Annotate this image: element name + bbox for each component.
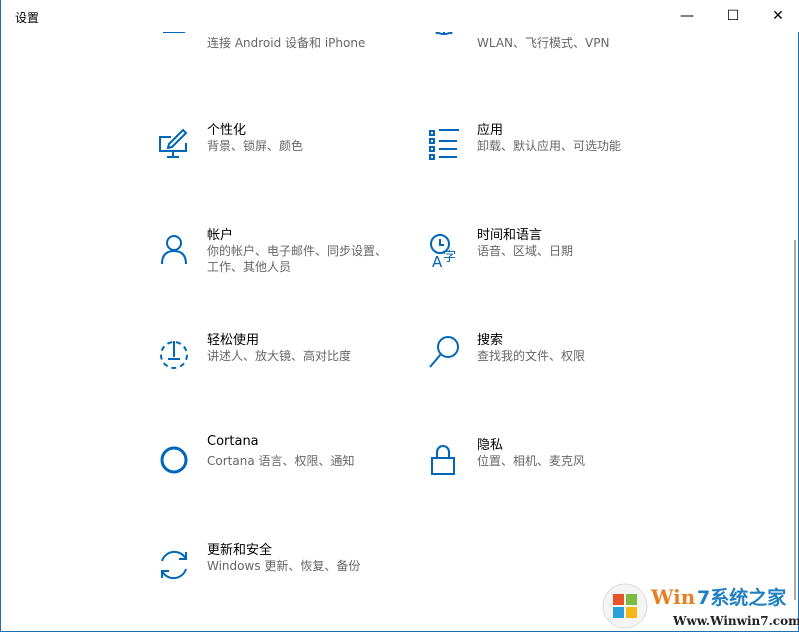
personalization-icon	[157, 127, 189, 159]
settings-item[interactable]: 轻松使用 讲述人、放大镜、高对比度	[157, 333, 407, 397]
maximize-button[interactable]: ☐	[710, 0, 756, 32]
apps-icon	[427, 127, 459, 160]
settings-item-title: 时间和语言	[477, 228, 543, 243]
settings-item[interactable]: WLAN、飞行模式、VPN	[427, 5, 677, 84]
watermark-logo: Win 7系统之家 Www.Winwin7.com	[601, 578, 799, 632]
settings-item-subtitle: Windows 更新、恢复、备份	[207, 559, 361, 573]
svg-text:Win: Win	[650, 585, 696, 609]
settings-item-subtitle: 讲述人、放大镜、高对比度	[207, 349, 352, 363]
settings-item-title: Cortana	[207, 434, 259, 449]
settings-item-title: 帐户	[207, 228, 234, 243]
settings-item[interactable]: 应用 卸载、默认应用、可选功能	[427, 123, 677, 187]
minimize-button[interactable]: —	[664, 0, 710, 32]
settings-item[interactable]: 更新和安全 Windows 更新、恢复、备份	[157, 543, 407, 607]
time-language-icon: A字	[427, 232, 459, 271]
settings-item-title: 更新和安全	[207, 543, 273, 558]
scrollbar[interactable]	[794, 240, 796, 600]
search-icon	[427, 336, 459, 369]
lock-icon	[427, 442, 459, 475]
settings-item-title: 应用	[477, 123, 504, 138]
svg-text:A: A	[432, 253, 443, 271]
settings-item-subtitle: WLAN、飞行模式、VPN	[477, 36, 610, 50]
svg-text:字: 字	[443, 250, 456, 265]
settings-item[interactable]: 连接 Android 设备和 iPhone	[157, 18, 407, 84]
person-icon	[157, 232, 189, 265]
settings-item-subtitle: 背景、锁屏、颜色	[207, 139, 304, 153]
svg-text:7系统之家: 7系统之家	[697, 586, 787, 609]
settings-item-title: 隐私	[477, 438, 504, 453]
settings-item[interactable]: 个性化 背景、锁屏、颜色	[157, 123, 407, 187]
settings-item[interactable]: 搜索 查找我的文件、权限	[427, 333, 677, 397]
settings-item[interactable]: 帐户 你的帐户、电子邮件、同步设置、工作、其他人员	[157, 228, 407, 292]
settings-item-title: 搜索	[477, 333, 504, 348]
ease-of-access-icon	[157, 337, 189, 369]
settings-item-subtitle: 卸载、默认应用、可选功能	[477, 139, 622, 153]
settings-item[interactable]: 隐私 位置、相机、麦克风	[427, 438, 677, 502]
window-title: 设置	[15, 11, 40, 25]
svg-text:Www.Winwin7.com: Www.Winwin7.com	[672, 614, 799, 628]
settings-item[interactable]: Cortana Cortana 语言、权限、通知	[157, 434, 407, 502]
update-icon	[157, 547, 189, 580]
settings-item-title: 轻松使用	[207, 333, 260, 348]
settings-item-subtitle: Cortana 语言、权限、通知	[207, 454, 355, 468]
title-bar: 设置 — ☐ ✕	[1, 0, 799, 32]
settings-item-subtitle: 连接 Android 设备和 iPhone	[207, 36, 366, 50]
settings-item-title: 个性化	[207, 123, 247, 138]
cortana-icon	[157, 442, 189, 474]
settings-item-subtitle: 语音、区域、日期	[477, 244, 574, 258]
settings-item-subtitle: 查找我的文件、权限	[477, 349, 586, 363]
close-button[interactable]: ✕	[755, 0, 799, 32]
settings-item[interactable]: A字 时间和语言 语音、区域、日期	[427, 228, 677, 292]
settings-item-subtitle: 你的帐户、电子邮件、同步设置、工作、其他人员	[207, 244, 388, 274]
settings-item-subtitle: 位置、相机、麦克风	[477, 454, 586, 468]
